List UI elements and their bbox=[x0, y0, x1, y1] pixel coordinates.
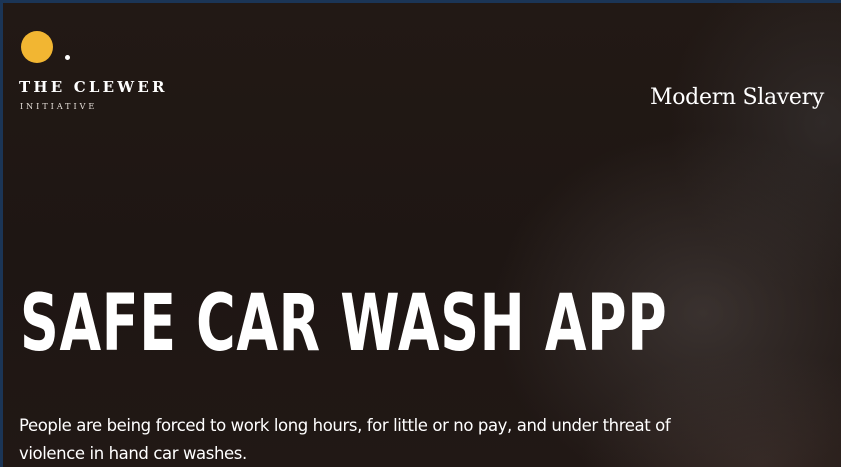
page-title: SAFE CAR WASH APP bbox=[20, 279, 668, 369]
intro-text: People are being forced to work long hou… bbox=[19, 416, 671, 463]
logo-dot-icon bbox=[65, 55, 70, 60]
logo-subtitle: INITIATIVE bbox=[20, 102, 98, 111]
page-frame: THE CLEWER INITIATIVE Modern Slavery SAF… bbox=[0, 0, 841, 467]
logo-sun-icon bbox=[21, 31, 53, 63]
nav-link-modern-slavery[interactable]: Modern Slavery bbox=[650, 85, 824, 110]
clewer-logo[interactable]: THE CLEWER INITIATIVE bbox=[18, 28, 198, 123]
logo-name: THE CLEWER bbox=[19, 78, 168, 96]
